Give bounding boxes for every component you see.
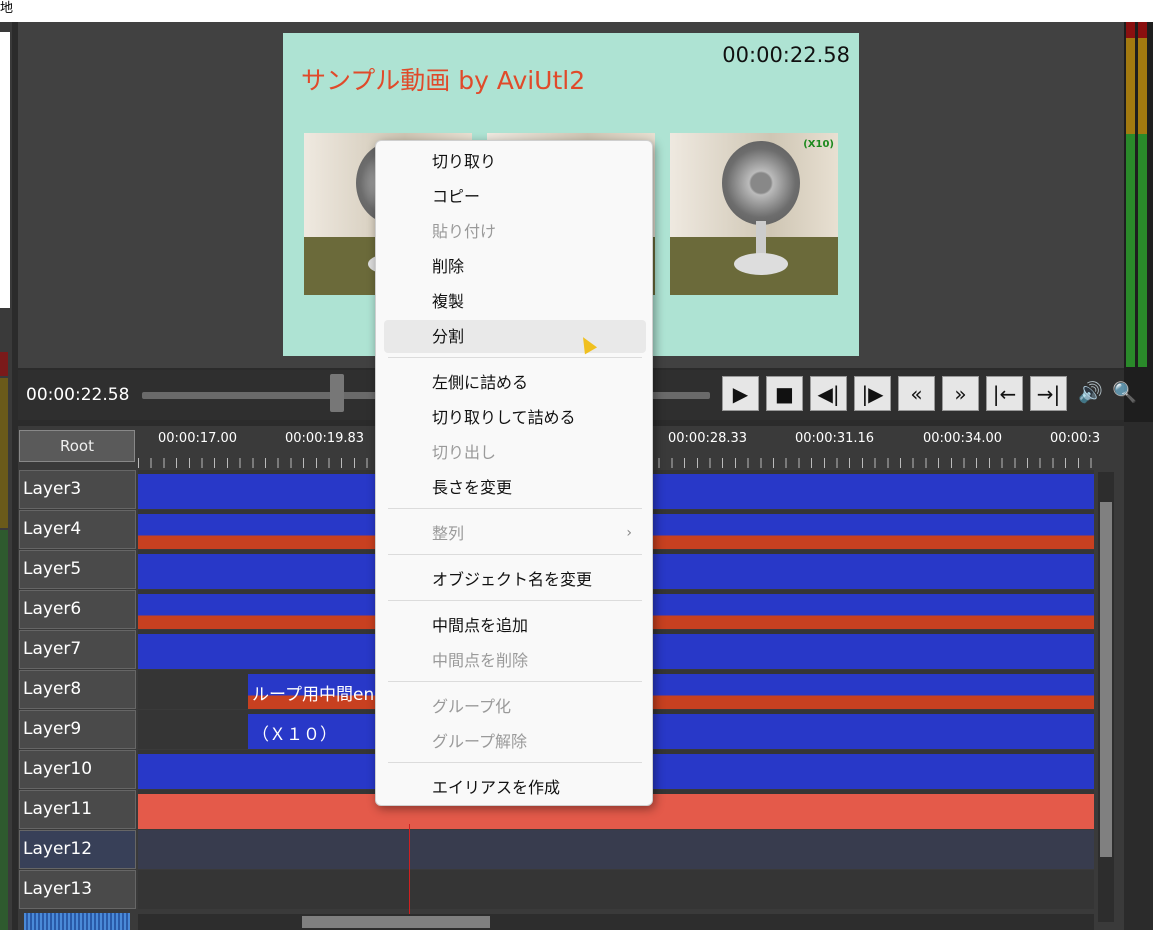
stop-button[interactable]: ■ bbox=[766, 376, 803, 411]
clip-label: （Ｘ１０） bbox=[252, 725, 337, 745]
menu-item-label: 整列 bbox=[432, 524, 465, 543]
ruler-label: 00:00:19.83 bbox=[285, 431, 365, 446]
rewind-button[interactable]: « bbox=[898, 376, 935, 411]
ruler-label: 00:00:28.33 bbox=[668, 431, 748, 446]
next-frame-icon: |▶ bbox=[861, 381, 884, 406]
rewind-icon: « bbox=[910, 381, 923, 406]
window-titlebar: 地 bbox=[0, 0, 1153, 22]
thumbnail-label: (X10) bbox=[803, 139, 834, 150]
scroll-thumb[interactable] bbox=[302, 916, 490, 928]
menu-separator bbox=[388, 762, 642, 763]
menu-item-extract[interactable]: 切り出し bbox=[384, 436, 646, 469]
menu-item-remove-midpoint[interactable]: 中間点を削除 bbox=[384, 644, 646, 677]
context-menu: 切り取り コピー 貼り付け 削除 複製 分割 左側に詰める 切り取りして詰める … bbox=[375, 140, 653, 806]
menu-item-cut[interactable]: 切り取り bbox=[384, 145, 646, 178]
menu-item-delete[interactable]: 削除 bbox=[384, 250, 646, 283]
layer-header[interactable]: Layer11 bbox=[19, 790, 136, 829]
clip-label: ループ用中間en bbox=[252, 685, 375, 705]
timeline-zoom-bar[interactable] bbox=[24, 913, 130, 930]
audio-level-meters bbox=[1124, 22, 1153, 422]
scroll-thumb[interactable] bbox=[1100, 502, 1112, 857]
menu-separator bbox=[388, 600, 642, 601]
menu-item-change-length[interactable]: 長さを変更 bbox=[384, 471, 646, 504]
menu-item-split[interactable]: 分割 bbox=[384, 320, 646, 353]
prev-frame-icon: ◀| bbox=[817, 381, 840, 406]
menu-separator bbox=[388, 681, 642, 682]
play-button[interactable]: ▶ bbox=[722, 376, 759, 411]
layer-header[interactable]: Layer12 bbox=[19, 830, 136, 869]
zoom-icon[interactable]: 🔍 bbox=[1112, 380, 1137, 404]
layer-header[interactable]: Layer5 bbox=[19, 550, 136, 589]
jump-end-button[interactable]: →| bbox=[1030, 376, 1067, 411]
stop-icon: ■ bbox=[775, 381, 794, 406]
prev-frame-button[interactable]: ◀| bbox=[810, 376, 847, 411]
menu-item-copy[interactable]: コピー bbox=[384, 180, 646, 213]
ruler-label: 00:00:31.16 bbox=[795, 431, 875, 446]
layer-track[interactable] bbox=[138, 870, 1094, 909]
jump-start-button[interactable]: |← bbox=[986, 376, 1023, 411]
window-title: 地 bbox=[0, 1, 14, 16]
next-frame-button[interactable]: |▶ bbox=[854, 376, 891, 411]
left-panel-strip bbox=[0, 22, 12, 930]
volume-icon[interactable]: 🔊 bbox=[1078, 380, 1103, 404]
jump-end-icon: →| bbox=[1036, 381, 1061, 406]
layer-header[interactable]: Layer4 bbox=[19, 510, 136, 549]
menu-item-group[interactable]: グループ化 bbox=[384, 690, 646, 723]
menu-item-align[interactable]: 整列 › bbox=[384, 517, 646, 550]
ruler-label: 00:00:3 bbox=[1050, 431, 1101, 446]
fast-forward-icon: » bbox=[954, 381, 967, 406]
menu-item-pack-left[interactable]: 左側に詰める bbox=[384, 366, 646, 399]
layer-header[interactable]: Layer13 bbox=[19, 870, 136, 909]
play-icon: ▶ bbox=[732, 381, 749, 406]
menu-separator bbox=[388, 357, 642, 358]
chevron-right-icon: › bbox=[626, 525, 632, 541]
layer-header[interactable]: Layer6 bbox=[19, 590, 136, 629]
menu-separator bbox=[388, 508, 642, 509]
preview-thumbnail: (X10) bbox=[670, 133, 838, 295]
ruler-label: 00:00:17.00 bbox=[158, 431, 238, 446]
seek-thumb[interactable] bbox=[330, 374, 344, 412]
current-time: 00:00:22.58 bbox=[26, 385, 130, 405]
horizontal-scrollbar[interactable] bbox=[138, 914, 1094, 930]
menu-item-duplicate[interactable]: 複製 bbox=[384, 285, 646, 318]
layer-header[interactable]: Layer9 bbox=[19, 710, 136, 749]
root-button[interactable]: Root bbox=[19, 430, 135, 462]
layer-header[interactable]: Layer7 bbox=[19, 630, 136, 669]
layer-header[interactable]: Layer8 bbox=[19, 670, 136, 709]
preview-timecode: 00:00:22.58 bbox=[722, 43, 850, 67]
menu-separator bbox=[388, 554, 642, 555]
menu-item-cut-and-pack[interactable]: 切り取りして詰める bbox=[384, 401, 646, 434]
menu-item-create-alias[interactable]: エイリアスを作成 bbox=[384, 771, 646, 804]
layer-header[interactable]: Layer10 bbox=[19, 750, 136, 789]
fast-forward-button[interactable]: » bbox=[942, 376, 979, 411]
jump-start-icon: |← bbox=[992, 381, 1017, 406]
menu-item-paste[interactable]: 貼り付け bbox=[384, 215, 646, 248]
layer-header[interactable]: Layer3 bbox=[19, 470, 136, 509]
menu-item-ungroup[interactable]: グループ解除 bbox=[384, 725, 646, 758]
menu-item-rename-object[interactable]: オブジェクト名を変更 bbox=[384, 563, 646, 596]
vertical-scrollbar[interactable] bbox=[1098, 472, 1114, 922]
menu-item-add-midpoint[interactable]: 中間点を追加 bbox=[384, 609, 646, 642]
ruler-label: 00:00:34.00 bbox=[923, 431, 1003, 446]
layer-track[interactable] bbox=[138, 830, 1094, 869]
preview-title: サンプル動画 by AviUtl2 bbox=[301, 66, 586, 95]
